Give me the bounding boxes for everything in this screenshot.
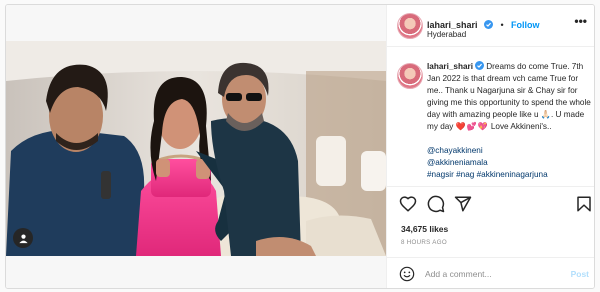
avatar[interactable] xyxy=(397,13,423,39)
paper-plane-icon[interactable] xyxy=(454,195,472,213)
post-comment-button[interactable]: Post xyxy=(571,269,589,279)
smiley-icon[interactable] xyxy=(399,266,415,282)
header-separator: • xyxy=(500,20,504,30)
caption-text: Dreams do come True. 7th Jan 2022 is tha… xyxy=(427,62,591,131)
tag-button[interactable] xyxy=(13,228,33,248)
caption-avatar[interactable] xyxy=(397,63,423,89)
follow-button[interactable]: Follow xyxy=(511,20,540,30)
hashtags[interactable]: #nagsir #nag #akkineninagarjuna xyxy=(427,169,591,181)
heart-icon[interactable] xyxy=(399,195,417,213)
location-link[interactable]: Hyderabad xyxy=(427,30,466,39)
mention-akkineniamala[interactable]: @akkineniamala xyxy=(427,157,591,169)
action-bar xyxy=(387,195,594,221)
likes-count[interactable]: 34,675 likes xyxy=(401,224,448,234)
heart-emojis: ❤️💕💖 xyxy=(455,122,489,131)
post-media[interactable] xyxy=(6,5,386,288)
add-comment-bar: Post xyxy=(387,257,594,288)
post-side-panel: lahari_shari • Follow Hyderabad ••• laha… xyxy=(386,5,594,288)
comment-input[interactable] xyxy=(425,266,565,282)
comments-section: lahari_shari Dreams do come True. 7th Ja… xyxy=(387,47,594,187)
more-options-icon[interactable]: ••• xyxy=(574,14,587,28)
user-tag-icon xyxy=(18,234,28,243)
bookmark-icon[interactable] xyxy=(575,195,593,213)
caption-username[interactable]: lahari_shari xyxy=(427,62,473,71)
username[interactable]: lahari_shari xyxy=(427,20,478,30)
verified-badge-icon xyxy=(483,20,493,29)
instagram-post-card: lahari_shari • Follow Hyderabad ••• laha… xyxy=(5,4,595,289)
caption: lahari_shari Dreams do come True. 7th Ja… xyxy=(427,61,591,181)
caption-tail: Love Akkineni's.. xyxy=(488,122,552,131)
mention-chayakkineni[interactable]: @chayakkineni xyxy=(427,145,591,157)
verified-badge-icon xyxy=(474,61,484,70)
comment-bubble-icon[interactable] xyxy=(427,195,445,213)
post-header: lahari_shari • Follow Hyderabad ••• xyxy=(387,5,594,47)
post-photo xyxy=(6,41,386,256)
post-timestamp[interactable]: 8 HOURS AGO xyxy=(401,239,447,246)
